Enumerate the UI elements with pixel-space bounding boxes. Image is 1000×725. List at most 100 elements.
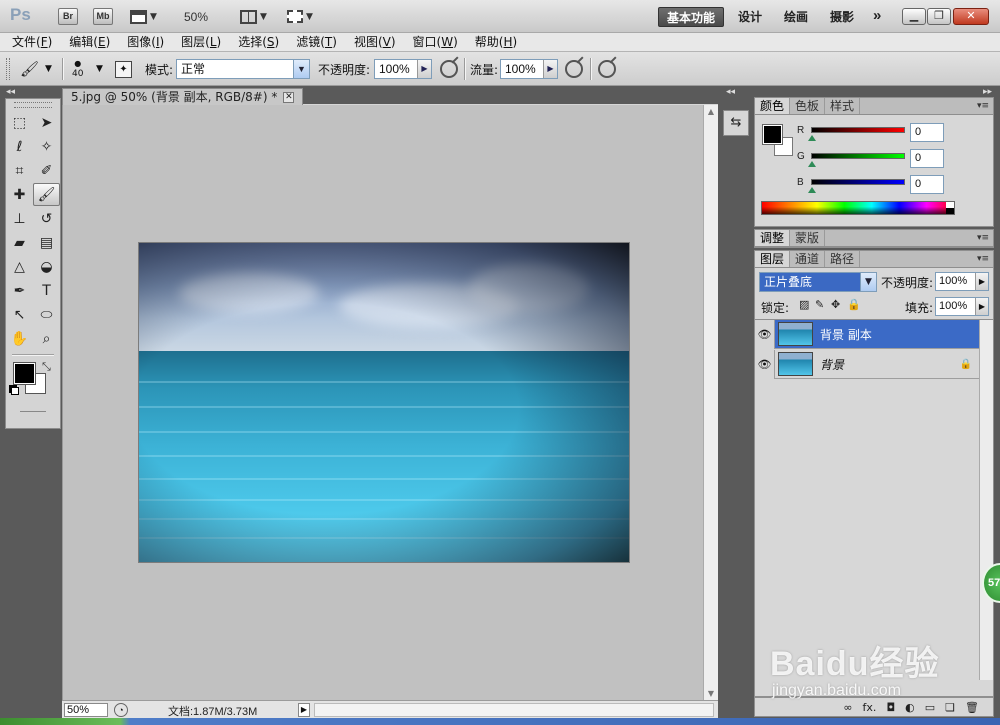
foreground-color-swatch[interactable] <box>13 362 36 385</box>
layer-row-background[interactable]: 👁 背景 🔒 <box>755 349 980 379</box>
color-spectrum-ramp[interactable] <box>761 201 955 215</box>
history-brush-icon[interactable]: ↺ <box>33 207 60 230</box>
horizontal-scrollbar[interactable] <box>314 703 714 717</box>
channel-slider-b[interactable] <box>811 179 905 185</box>
lock-transparency-icon[interactable]: ▨ <box>799 298 809 311</box>
workspace-photography-button[interactable]: 摄影 <box>822 7 862 27</box>
lasso-icon[interactable]: ℓ <box>6 135 33 158</box>
workspace-painting-button[interactable]: 绘画 <box>776 7 816 27</box>
layer-style-icon[interactable]: fx. <box>863 701 877 714</box>
close-button[interactable]: ✕ <box>953 8 989 25</box>
launch-mini-bridge-button[interactable]: Mb <box>93 8 113 25</box>
eyedropper-icon[interactable]: ✐ <box>33 159 60 182</box>
swap-colors-icon[interactable]: ⤡ <box>42 360 51 374</box>
tablet-pressure-size-button[interactable] <box>598 52 616 86</box>
collapse-arrows-icon[interactable]: ◂◂ <box>6 87 15 97</box>
layers-scrollbar[interactable] <box>979 320 993 680</box>
zoom-field[interactable]: 50% <box>64 703 108 717</box>
status-menu-arrow-icon[interactable]: ▶ <box>298 703 310 717</box>
tab-swatches[interactable]: 色板 <box>790 98 826 114</box>
adjustment-layer-icon[interactable]: ◐ <box>905 701 915 714</box>
document-tab[interactable]: 5.jpg @ 50% (背景 副本, RGB/8#) * ✕ <box>62 88 304 105</box>
flow-field[interactable]: 100% ▶ <box>500 52 558 86</box>
channel-value-b[interactable]: 0 <box>910 175 944 194</box>
close-tab-icon[interactable]: ✕ <box>283 91 295 103</box>
history-panel-button[interactable]: ⇆ <box>723 110 749 136</box>
workspace-design-button[interactable]: 设计 <box>730 7 770 27</box>
menu-item-w[interactable]: 窗口(W) <box>413 33 466 51</box>
channel-value-r[interactable]: 0 <box>910 123 944 142</box>
tab-paths[interactable]: 路径 <box>825 251 861 267</box>
layer-row-background-copy[interactable]: 👁 背景 副本 <box>755 319 980 349</box>
tab-adjustments[interactable]: 调整 <box>755 230 791 246</box>
expand-arrows-icon[interactable]: ◂◂ <box>726 87 735 97</box>
gradient-icon[interactable]: ▤ <box>33 231 60 254</box>
tab-styles[interactable]: 样式 <box>825 98 861 114</box>
lock-all-icon[interactable]: 🔒 <box>847 298 861 311</box>
delete-layer-icon[interactable]: 🗑 <box>965 701 979 714</box>
tool-preset-picker[interactable]: 🖌 ▼ <box>20 52 52 86</box>
eraser-icon[interactable]: ▰ <box>6 231 33 254</box>
mode-select[interactable]: 正常 ▼ <box>176 52 310 86</box>
lock-image-pixels-icon[interactable]: ✎ <box>815 298 824 311</box>
scroll-down-icon[interactable]: ▼ <box>706 689 716 698</box>
tablet-pressure-opacity-button[interactable] <box>440 52 458 86</box>
add-mask-icon[interactable]: ◘ <box>886 701 895 714</box>
status-info-icon[interactable]: ◔ <box>114 703 128 717</box>
menu-item-l[interactable]: 图层(L) <box>181 33 229 51</box>
visibility-eye-icon[interactable]: 👁 <box>755 319 775 349</box>
dodge-icon[interactable]: ◒ <box>33 255 60 278</box>
link-layers-icon[interactable]: ∞ <box>843 701 852 714</box>
menu-item-e[interactable]: 编辑(E) <box>69 33 118 51</box>
panel-menu-icon[interactable]: ▾≡ <box>977 98 993 114</box>
marquee-icon[interactable]: ⬚ <box>6 111 33 134</box>
screen-mode-menu[interactable]: ▼ <box>287 8 313 25</box>
tab-masks[interactable]: 蒙版 <box>790 230 826 246</box>
view-extras-menu[interactable]: ▼ <box>130 8 157 25</box>
menu-item-s[interactable]: 选择(S) <box>238 33 287 51</box>
stamp-icon[interactable]: ⊥ <box>6 207 33 230</box>
canvas-area[interactable] <box>62 105 703 700</box>
path-select-icon[interactable]: ↖ <box>6 303 33 326</box>
workspace-essentials-button[interactable]: 基本功能 <box>658 7 725 27</box>
fill-field[interactable]: 100% ▶ <box>935 297 989 316</box>
scroll-up-icon[interactable]: ▲ <box>706 107 716 116</box>
hand-icon[interactable]: ✋ <box>6 327 33 350</box>
quick-mask-button[interactable] <box>20 411 46 412</box>
channel-slider-g[interactable] <box>811 153 905 159</box>
channel-value-g[interactable]: 0 <box>910 149 944 168</box>
zoom-icon[interactable]: ⌕ <box>33 327 60 350</box>
lock-position-icon[interactable]: ✥ <box>831 298 840 311</box>
default-colors-icon[interactable] <box>11 387 19 395</box>
brush-panel-toggle[interactable]: ✦ <box>115 52 132 86</box>
document-image[interactable] <box>139 243 629 562</box>
type-icon[interactable]: T <box>33 279 60 302</box>
tab-layers[interactable]: 图层 <box>755 251 791 267</box>
tab-channels[interactable]: 通道 <box>790 251 826 267</box>
panel-menu-icon[interactable]: ▾≡ <box>977 251 993 267</box>
visibility-eye-icon[interactable]: 👁 <box>755 349 775 379</box>
airbrush-button[interactable] <box>565 52 583 86</box>
slider-handle-icon[interactable] <box>808 187 816 193</box>
healing-icon[interactable]: ✚ <box>6 183 33 206</box>
pen-icon[interactable]: ✒ <box>6 279 33 302</box>
blend-mode-select[interactable]: 正片叠底 ▼ <box>759 272 877 292</box>
arrange-documents-menu[interactable]: ▼ <box>240 8 267 25</box>
tools-panel-grip[interactable] <box>14 102 52 108</box>
tab-color[interactable]: 颜色 <box>755 98 791 114</box>
vertical-scrollbar[interactable]: ▲ ▼ <box>703 105 718 700</box>
foreground-color-swatch[interactable] <box>762 124 783 145</box>
layer-opacity-field[interactable]: 100% ▶ <box>935 272 989 291</box>
crop-icon[interactable]: ⌗ <box>6 159 33 182</box>
options-bar-grip[interactable] <box>6 58 10 80</box>
brush-preset-picker[interactable]: ● 40 <box>72 52 83 86</box>
brush-icon[interactable]: 🖌 <box>33 183 60 206</box>
zoom-level-menu[interactable]: 50% <box>184 10 208 24</box>
new-group-icon[interactable]: ▭ <box>925 701 935 714</box>
launch-bridge-button[interactable]: Br <box>58 8 78 25</box>
menu-item-h[interactable]: 帮助(H) <box>475 33 525 51</box>
menu-item-v[interactable]: 视图(V) <box>354 33 404 51</box>
menu-item-t[interactable]: 滤镜(T) <box>296 33 345 51</box>
shape-icon[interactable]: ⬭ <box>33 303 60 326</box>
restore-button[interactable]: ❐ <box>927 8 951 25</box>
